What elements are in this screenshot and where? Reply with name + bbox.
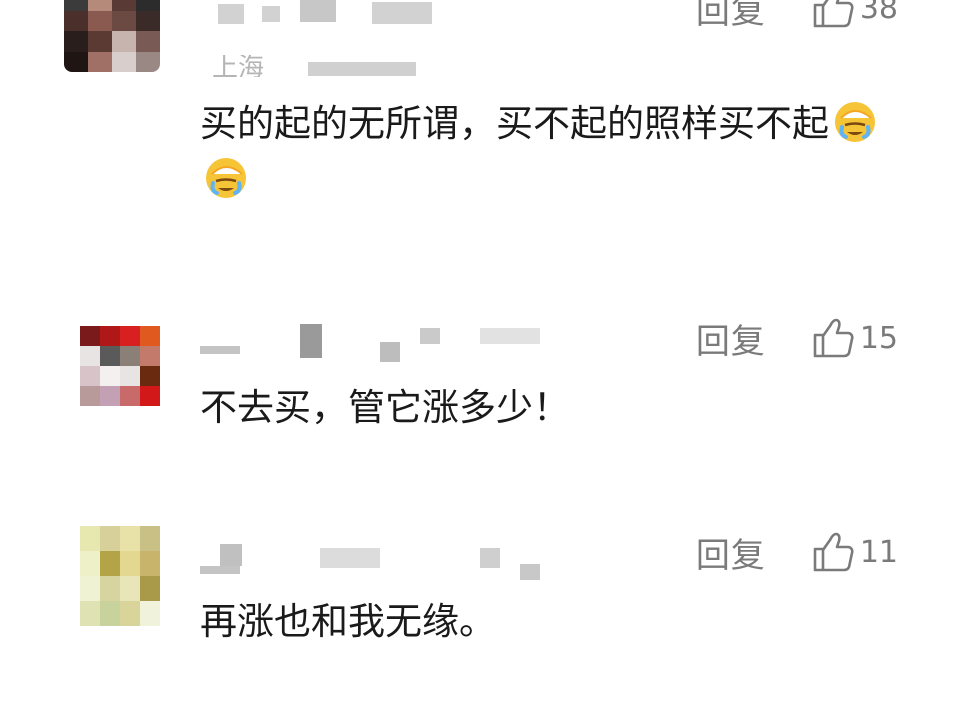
comment-actions: 回复 38 (696, 0, 898, 33)
avatar[interactable] (80, 526, 160, 626)
comment-text: 再涨也和我无缘。 (200, 600, 496, 643)
comment-item: 回复 11 再涨也和我无缘。 (0, 500, 958, 721)
location-label: 上海 (212, 55, 265, 77)
comment-text: 买的起的无所谓，买不起的照样买不起 (200, 96, 900, 208)
username[interactable] (200, 544, 540, 584)
avatar[interactable] (80, 326, 160, 406)
comment-text-content: 买的起的无所谓，买不起的照样买不起 (200, 102, 829, 145)
facepalm-crying-emoji-icon (206, 158, 246, 198)
thumbs-up-icon (813, 532, 854, 572)
reply-button[interactable]: 回复 (696, 0, 766, 33)
reply-button[interactable]: 回复 (696, 528, 766, 577)
like-count: 11 (859, 534, 898, 570)
like-count: 38 (859, 0, 898, 26)
like-count: 15 (859, 320, 898, 356)
comment-item: 上海 回复 38 买的起的无所谓，买不起的照样买不起 (0, 0, 958, 300)
username[interactable] (200, 324, 540, 364)
like-button[interactable]: 38 (812, 0, 898, 29)
like-button[interactable]: 15 (812, 317, 898, 359)
thumbs-up-icon (813, 0, 854, 28)
username[interactable] (200, 0, 460, 40)
reply-button[interactable]: 回复 (696, 314, 766, 363)
like-button[interactable]: 11 (812, 531, 898, 573)
thumbs-up-icon (813, 318, 854, 358)
comment-actions: 回复 15 (696, 314, 898, 363)
comment-item: 回复 15 不去买，管它涨多少！ (0, 300, 958, 500)
location-blur (308, 62, 416, 76)
facepalm-crying-emoji-icon (835, 102, 875, 142)
avatar[interactable] (64, 0, 160, 72)
comment-text: 不去买，管它涨多少！ (200, 386, 570, 429)
comment-actions: 回复 11 (696, 528, 898, 577)
